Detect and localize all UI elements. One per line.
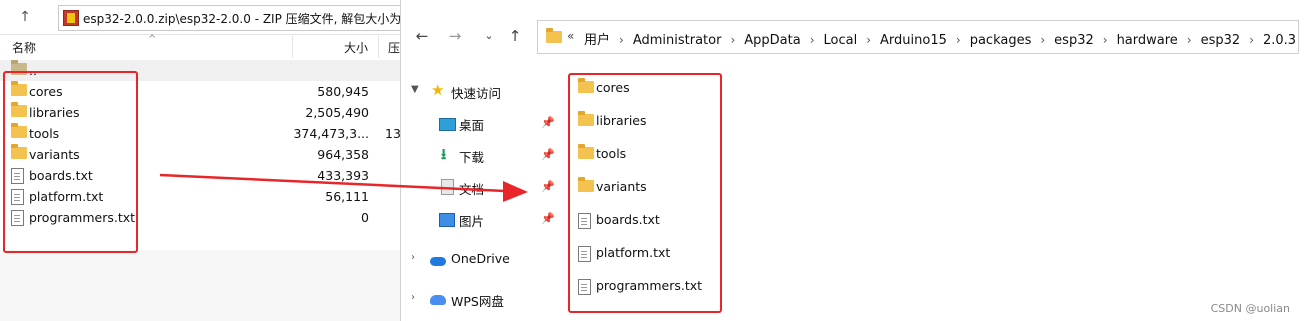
folder-icon [546, 28, 562, 46]
rar-item-size: 964,358 [317, 147, 369, 162]
nav-label: WPS网盘 [451, 294, 504, 309]
nav-label: OneDrive [451, 251, 510, 266]
winrar-archive-icon [63, 10, 79, 26]
breadcrumb-chevron-icon[interactable]: › [857, 33, 880, 47]
nav-label: 快速访问 [451, 86, 502, 101]
up-arrow-icon[interactable]: ↑ [14, 6, 36, 28]
breadcrumb-chevron-icon[interactable]: › [721, 33, 744, 47]
wps-cloud-icon [430, 294, 446, 308]
pin-icon[interactable]: 📌 [541, 148, 555, 161]
rar-item-size: 580,945 [317, 84, 369, 99]
back-arrow-icon[interactable]: ← [412, 26, 432, 46]
expand-chevron-icon[interactable]: › [411, 252, 415, 263]
expand-chevron-icon[interactable]: › [411, 292, 415, 303]
sort-caret-icon: ^ [148, 34, 157, 45]
breadcrumb-chevron-icon[interactable]: › [1031, 33, 1054, 47]
rar-path-field[interactable]: esp32-2.0.0.zip\esp32-2.0.0 - ZIP 压缩文件, … [58, 5, 400, 31]
breadcrumb-chevron-icon[interactable]: › [1178, 33, 1201, 47]
desktop-icon [439, 118, 456, 134]
rar-item-size: 374,473,3... [293, 126, 369, 141]
column-size[interactable]: 大小 [344, 39, 368, 56]
pin-icon[interactable]: 📌 [541, 212, 555, 225]
highlight-box-destination [568, 73, 722, 313]
nav-downloads[interactable]: ⭳ 下载 📌 [401, 140, 561, 170]
nav-label: 图片 [459, 214, 485, 229]
rar-toolbar: ↑ esp32-2.0.0.zip\esp32-2.0.0 - ZIP 压缩文件… [0, 0, 400, 35]
star-icon: ★ [431, 81, 445, 99]
rar-column-header: 名称 ^ 大小 压 [0, 34, 400, 58]
pin-icon[interactable]: 📌 [541, 116, 555, 129]
breadcrumb-chevron-icon[interactable]: › [1094, 33, 1117, 47]
expand-chevron-icon[interactable]: ▼ [411, 84, 419, 95]
nav-label: 桌面 [459, 118, 485, 133]
nav-quick-access[interactable]: ▼ ★ 快速访问 [401, 76, 561, 106]
chevron-down-icon[interactable]: ⌄ [479, 26, 499, 46]
rar-item-size: 0 [361, 210, 369, 225]
breadcrumb-segment[interactable]: 2.0.3 [1263, 33, 1296, 48]
breadcrumb-segment[interactable]: Local [824, 33, 858, 48]
rar-item-size: 433,393 [317, 168, 369, 183]
highlight-box-archive [3, 71, 138, 253]
nav-pictures[interactable]: 图片 📌 [401, 204, 561, 234]
navigation-pane: ▼ ★ 快速访问 桌面 📌 ⭳ 下载 📌 文档 📌 图片 📌 › OneDriv [401, 70, 561, 321]
column-divider[interactable] [292, 36, 293, 58]
nav-documents[interactable]: 文档 📌 [401, 172, 561, 202]
breadcrumb-chevron-icon[interactable]: › [1240, 33, 1263, 47]
breadcrumb-chevron-icon[interactable]: › [801, 33, 824, 47]
breadcrumb-chevron-icon[interactable]: › [947, 33, 970, 47]
breadcrumb-segment[interactable]: packages [970, 33, 1032, 48]
rar-item-size: 2,505,490 [305, 105, 369, 120]
breadcrumb-segment[interactable]: Arduino15 [880, 33, 947, 48]
rar-item-packed: 13 [385, 126, 400, 141]
breadcrumb-segment[interactable]: AppData [744, 33, 800, 48]
download-icon: ⭳ [441, 145, 447, 163]
column-divider[interactable] [378, 36, 379, 58]
watermark: CSDN @uolian [1210, 302, 1290, 315]
address-bar[interactable]: « 用户 › Administrator › AppData › Local › Arduino… [537, 20, 1299, 54]
breadcrumb-segment[interactable]: 用户 [584, 29, 610, 48]
breadcrumb-segment[interactable]: esp32 [1054, 33, 1094, 48]
document-icon [441, 179, 454, 198]
breadcrumb-chevron-icon[interactable]: › [610, 33, 633, 47]
nav-wps[interactable]: › WPS网盘 [401, 284, 561, 314]
explorer-navigation-bar: ← → ⌄ ↑ « 用户 › Administrator › AppData › Local… [401, 0, 1304, 70]
rar-item-size: 56,111 [325, 189, 369, 204]
breadcrumb-overflow[interactable]: « [567, 29, 574, 43]
nav-desktop[interactable]: 桌面 📌 [401, 108, 561, 138]
up-arrow-icon[interactable]: ↑ [505, 26, 525, 46]
breadcrumb-segment[interactable]: esp32 [1201, 33, 1241, 48]
column-name[interactable]: 名称 [12, 39, 36, 56]
breadcrumb: 用户 › Administrator › AppData › Local › Arduino15… [584, 29, 1296, 48]
column-packed[interactable]: 压 [388, 39, 400, 56]
forward-arrow-icon[interactable]: → [445, 26, 465, 46]
breadcrumb-segment[interactable]: Administrator [633, 33, 722, 48]
nav-label: 下载 [459, 150, 485, 165]
onedrive-cloud-icon [430, 255, 446, 269]
explorer-window: ← → ⌄ ↑ « 用户 › Administrator › AppData › Local… [400, 0, 1304, 321]
rar-empty-area [0, 250, 400, 321]
pictures-icon [439, 213, 455, 230]
nav-onedrive[interactable]: › OneDrive [401, 244, 561, 274]
rar-path-text: esp32-2.0.0.zip\esp32-2.0.0 - ZIP 压缩文件, … [83, 12, 400, 26]
breadcrumb-segment[interactable]: hardware [1117, 33, 1178, 48]
pin-icon[interactable]: 📌 [541, 180, 555, 193]
nav-label: 文档 [459, 182, 485, 197]
